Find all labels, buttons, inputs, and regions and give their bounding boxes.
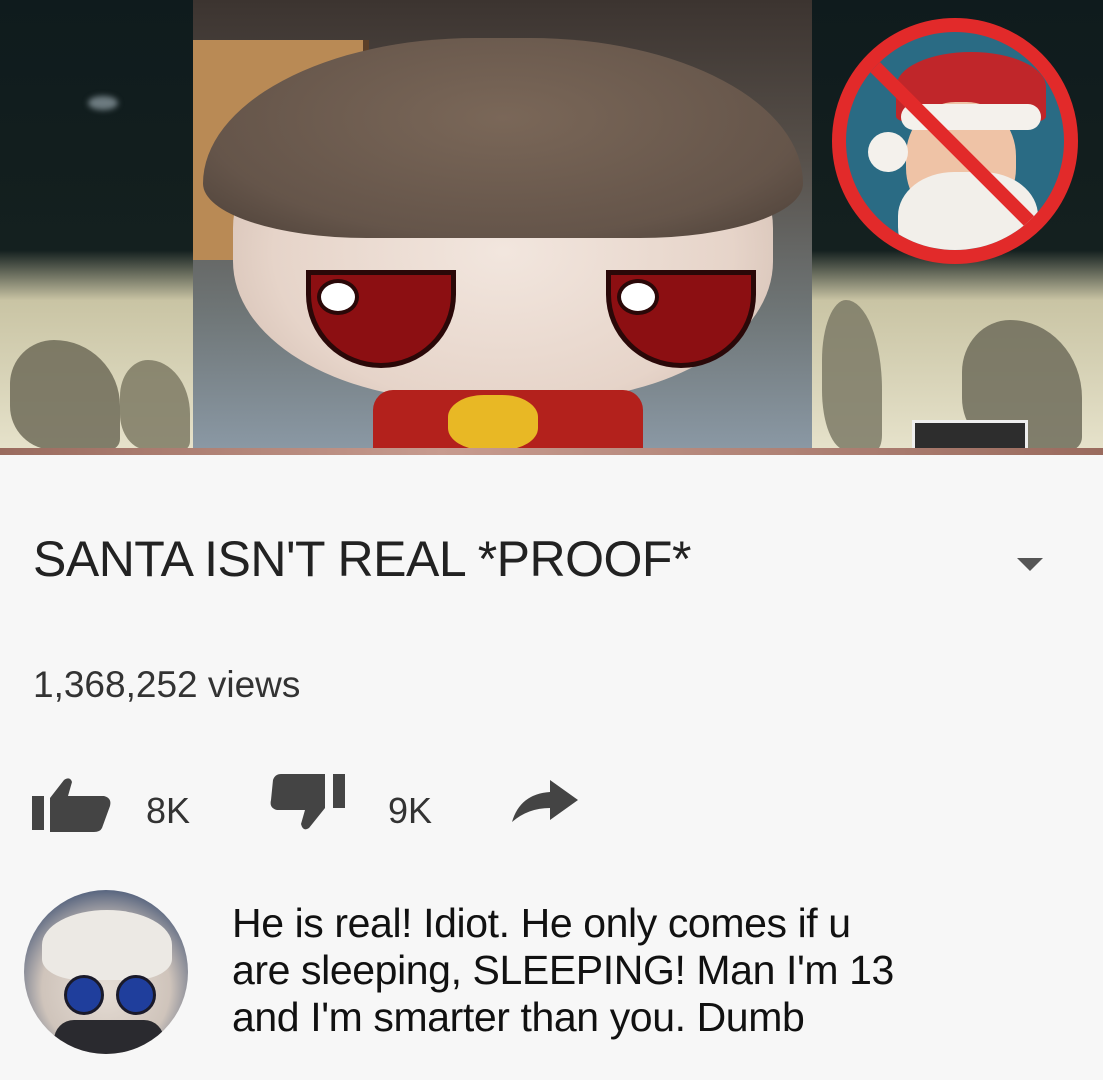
comment-line: He is real! Idiot. He only comes if u [232,900,851,946]
comment-line: are sleeping, SLEEPING! Man I'm 13 [232,947,894,993]
progress-bar[interactable] [0,448,1103,455]
video-title: SANTA ISN'T REAL *PROOF* [33,531,691,587]
background-scene-left [0,0,195,455]
comment-line: and I'm smarter than you. Dumb [232,994,805,1040]
chevron-down-icon[interactable] [1017,558,1043,571]
share-arrow-icon[interactable] [510,778,580,824]
comment-text: He is real! Idiot. He only comes if u ar… [232,900,1072,1041]
plush-photo [193,0,812,448]
like-count: 8K [146,790,191,831]
view-count: 1,368,252 views [33,664,301,705]
avatar[interactable] [24,890,188,1054]
dislike-count: 9K [388,790,433,831]
thumbs-down-icon[interactable] [269,770,351,830]
video-thumbnail[interactable] [0,0,1103,455]
thumbs-up-icon[interactable] [30,776,112,832]
no-santa-icon [832,18,1078,264]
